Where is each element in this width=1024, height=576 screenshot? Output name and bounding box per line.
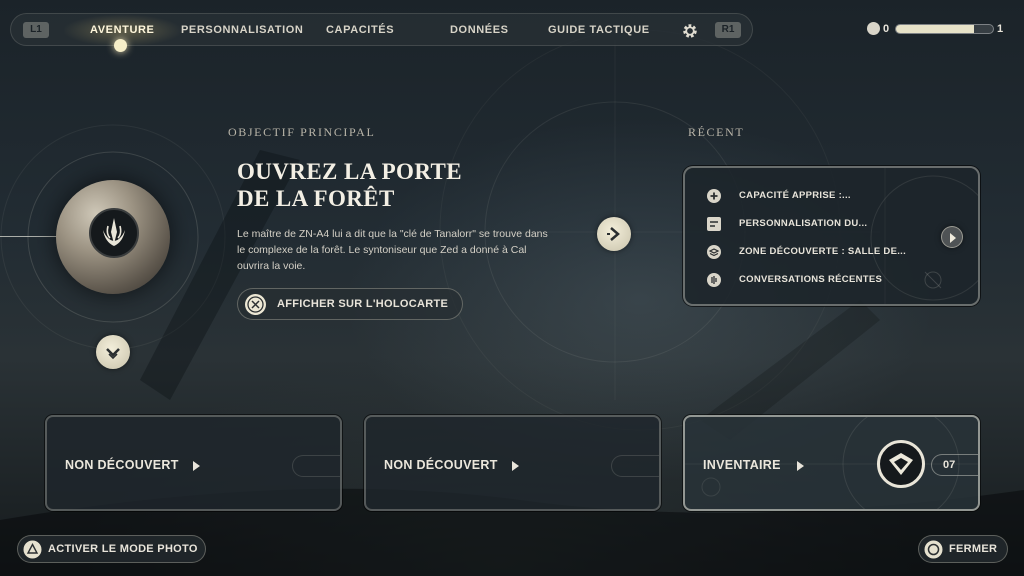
chevron-right-icon xyxy=(607,227,620,241)
recent-panel[interactable]: CAPACITÉ APPRISE :... PERSONNALISATION D… xyxy=(683,166,980,306)
close-button[interactable]: FERMER xyxy=(918,535,1008,563)
recent-section-label: RÉCENT xyxy=(688,125,745,139)
card-notch-decor xyxy=(292,455,340,477)
tab-customization[interactable]: PERSONNALISATION xyxy=(181,14,303,47)
cross-button-icon xyxy=(245,294,266,315)
undiscovered-card-2[interactable]: NON DÉCOUVERT xyxy=(364,415,661,511)
objective-title: OUVREZ LA PORTE DE LA FORÊT xyxy=(237,159,463,211)
inventory-card[interactable]: INVENTAIRE 07 xyxy=(683,415,980,511)
chevron-right-icon xyxy=(512,461,519,471)
inventory-icon xyxy=(877,440,925,488)
objective-description: Le maître de ZN-A4 lui a dit que la "clé… xyxy=(237,228,548,272)
tab-tactical-guide[interactable]: GUIDE TACTIQUE xyxy=(548,14,650,47)
customization-icon xyxy=(707,217,721,231)
undiscovered-card-1[interactable]: NON DÉCOUVERT xyxy=(45,415,342,511)
r1-button-hint[interactable]: R1 xyxy=(715,22,741,38)
tab-data[interactable]: DONNÉES xyxy=(450,14,509,47)
scroll-down-button[interactable] xyxy=(96,335,130,369)
inventory-count-box: 07 xyxy=(931,454,978,476)
skill-points-value: 0 xyxy=(883,23,890,35)
l1-button-hint[interactable]: L1 xyxy=(23,22,49,38)
skill-point-icon xyxy=(867,22,880,35)
card-label: NON DÉCOUVERT xyxy=(65,458,179,472)
plus-icon xyxy=(707,189,721,203)
jedi-order-emblem-icon xyxy=(89,208,139,258)
triangle-button-icon xyxy=(23,540,42,559)
chevron-right-icon xyxy=(797,461,804,471)
level-value: 1 xyxy=(997,23,1004,35)
recent-item-label: CAPACITÉ APPRISE :... xyxy=(739,190,851,201)
chevron-right-icon xyxy=(193,461,200,471)
chevron-down-icon xyxy=(106,348,120,360)
card-label: INVENTAIRE xyxy=(703,458,781,472)
next-objective-button[interactable] xyxy=(597,217,631,251)
photo-mode-label: ACTIVER LE MODE PHOTO xyxy=(48,543,198,555)
inventory-count: 07 xyxy=(943,459,956,471)
recent-item-label: PERSONNALISATION DU... xyxy=(739,218,868,229)
recent-more-button[interactable] xyxy=(941,226,963,248)
xp-progress-bar xyxy=(895,24,994,34)
photo-mode-button[interactable]: ACTIVER LE MODE PHOTO xyxy=(17,535,206,563)
layers-icon xyxy=(707,245,721,259)
show-on-holomap-button[interactable]: AFFICHER SUR L'HOLOCARTE xyxy=(237,288,463,320)
show-on-holomap-label: AFFICHER SUR L'HOLOCARTE xyxy=(277,298,449,310)
panel-decor xyxy=(870,168,978,304)
gear-icon[interactable] xyxy=(681,22,699,40)
card-label: NON DÉCOUVERT xyxy=(384,458,498,472)
recent-item-label: ZONE DÉCOUVERTE : SALLE DE... xyxy=(739,246,907,257)
close-label: FERMER xyxy=(949,543,998,555)
recent-item-label: CONVERSATIONS RÉCENTES xyxy=(739,274,883,285)
active-tab-indicator xyxy=(114,39,127,52)
audio-icon xyxy=(707,273,721,287)
tab-abilities[interactable]: CAPACITÉS xyxy=(326,14,394,47)
card-notch-decor xyxy=(611,455,659,477)
xp-progress-fill xyxy=(896,25,974,33)
chevron-right-icon xyxy=(950,233,956,243)
objective-section-label: OBJECTIF PRINCIPAL xyxy=(228,125,376,139)
circle-button-icon xyxy=(924,540,943,559)
